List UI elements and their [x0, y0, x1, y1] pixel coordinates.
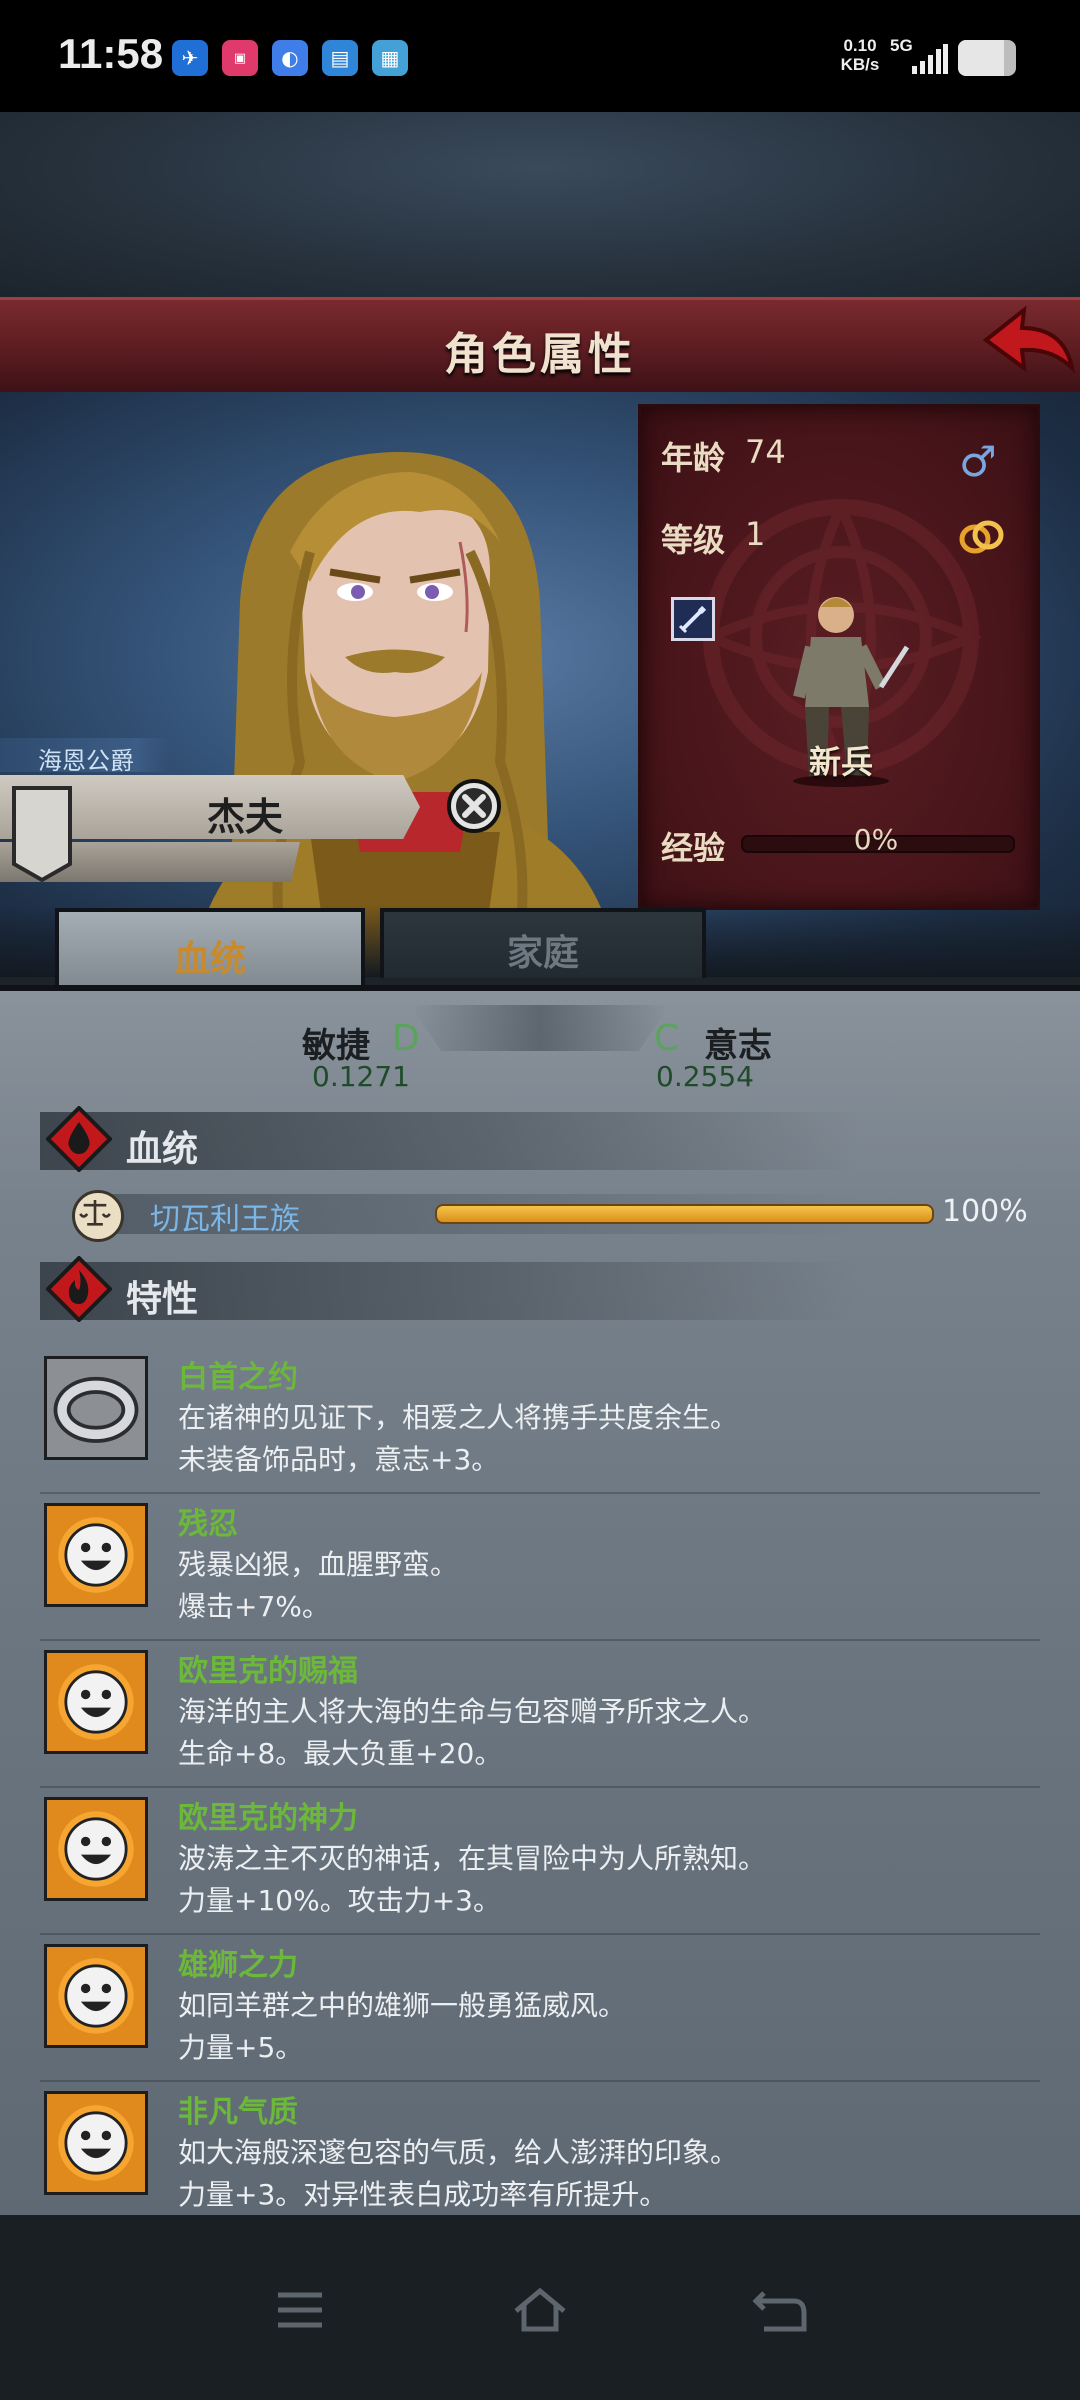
noble-title: 海恩公爵	[38, 747, 134, 775]
exp-label: 经验	[661, 829, 726, 867]
noble-title-tag: 海恩公爵	[0, 738, 170, 775]
character-name: 杰夫	[206, 795, 283, 839]
notification-icons: ✈ ▣ ◐ ▤ ▦	[172, 40, 408, 76]
trait-description: 如大海般深邃包容的气质，给人澎湃的印象。	[178, 2136, 739, 2169]
trait-effect: 爆击+7%。	[178, 1590, 330, 1623]
title-banner: 角色属性	[0, 297, 1080, 396]
marriage-rings-icon[interactable]	[957, 517, 1005, 557]
attr-agility-grade: D	[392, 1018, 420, 1059]
tab-family[interactable]: 家庭	[380, 908, 706, 978]
stats-card: 年龄 74 ♂ 等级 1 新兵 经验 0%	[638, 404, 1040, 910]
bilibili-icon: ▣	[222, 40, 258, 76]
trait-item[interactable]: 非凡气质 如大海般深邃包容的气质，给人澎湃的印象。 力量+3。对异性表白成功率有…	[40, 2087, 1040, 2227]
traits-section-header: 特性	[40, 1256, 860, 1322]
signal-icon	[912, 44, 948, 74]
top-backdrop	[0, 112, 1080, 297]
trait-name: 残忍	[178, 1507, 238, 1542]
attribute-divider	[410, 1005, 670, 1051]
class-name: 新兵	[808, 743, 873, 781]
trait-effect: 力量+10%。攻击力+3。	[178, 1884, 501, 1917]
blood-drop-icon	[46, 1106, 112, 1172]
doc-app-icon: ▤	[322, 40, 358, 76]
male-gender-icon: ♂	[959, 437, 997, 486]
home-button[interactable]	[510, 2285, 570, 2335]
bloodline-name: 切瓦利王族	[150, 1202, 300, 1237]
trait-description: 残暴凶狠，血腥野蛮。	[178, 1548, 459, 1581]
back-button[interactable]	[750, 2285, 810, 2335]
trait-description: 海洋的主人将大海的生命与包容赠予所求之人。	[178, 1695, 767, 1728]
trait-name: 非凡气质	[178, 2095, 298, 2130]
trait-effect: 力量+5。	[178, 2031, 304, 2064]
back-arrow-button[interactable]	[966, 302, 1078, 382]
scales-glyph	[79, 1199, 111, 1226]
bloodline-purity-percent: 100%	[942, 1194, 1028, 1229]
attr-will-value: 0.2554	[656, 1060, 754, 1093]
character-portrait	[190, 452, 620, 977]
level-label: 等级	[661, 521, 726, 559]
age-value: 74	[745, 433, 786, 471]
network-type: 5G	[890, 36, 913, 55]
app-icon-blue: ✈	[172, 40, 208, 76]
trait-effect: 未装备饰品时，意志+3。	[178, 1443, 500, 1476]
cloud-app-icon: ◐	[272, 40, 308, 76]
dismiss-character-button[interactable]	[446, 778, 502, 834]
exp-value: 0%	[853, 823, 899, 856]
house-banner-icon	[12, 786, 72, 883]
smile-sun-icon	[44, 2091, 148, 2195]
trait-description: 在诸神的见证下，相爱之人将携手共度余生。	[178, 1401, 739, 1434]
trait-item[interactable]: 雄狮之力 如同羊群之中的雄狮一般勇猛威风。 力量+5。	[40, 1940, 1040, 2082]
fire-icon	[46, 1256, 112, 1322]
sword-class-icon[interactable]	[671, 597, 715, 641]
menu-button[interactable]	[270, 2285, 330, 2335]
net-speed-unit: KB/s	[840, 55, 880, 74]
traits-section-title: 特性	[126, 1279, 199, 1320]
page-title: 角色属性	[444, 329, 636, 380]
net-speed-value: 0.10	[843, 36, 877, 55]
system-nav-bar	[0, 2215, 1080, 2400]
net-speed: 0.10 KB/s	[830, 36, 890, 74]
trait-item[interactable]: 欧里克的神力 波涛之主不灭的神话，在其冒险中为人所熟知。 力量+10%。攻击力+…	[40, 1793, 1040, 1935]
attr-will-grade: C	[654, 1018, 680, 1059]
battery-level	[958, 40, 1005, 76]
battery-icon	[958, 40, 1016, 76]
trait-description: 波涛之主不灭的神话，在其冒险中为人所熟知。	[178, 1842, 767, 1875]
attr-agility-value: 0.1271	[312, 1060, 410, 1093]
trait-item[interactable]: 残忍 残暴凶狠，血腥野蛮。 爆击+7%。	[40, 1499, 1040, 1641]
trait-description: 如同羊群之中的雄狮一般勇猛威风。	[178, 1989, 627, 2022]
bloodline-purity-bar	[435, 1204, 934, 1224]
trait-name: 雄狮之力	[178, 1948, 298, 1983]
level-value: 1	[745, 515, 766, 553]
trait-item[interactable]: 欧里克的赐福 海洋的主人将大海的生命与包容赠予所求之人。 生命+8。最大负重+2…	[40, 1646, 1040, 1788]
status-bar: 11:58 ✈ ▣ ◐ ▤ ▦ 0.10 KB/s 5G	[0, 0, 1080, 112]
trait-name: 欧里克的神力	[178, 1801, 358, 1836]
tab-bloodline-label: 血统	[173, 939, 246, 980]
trait-item[interactable]: 白首之约 在诸神的见证下，相爱之人将携手共度余生。 未装备饰品时，意志+3。	[40, 1352, 1040, 1494]
age-label: 年龄	[661, 439, 726, 477]
tab-family-label: 家庭	[506, 933, 579, 974]
scales-icon	[72, 1190, 124, 1242]
smile-sun-icon	[44, 1503, 148, 1607]
ring-icon	[44, 1356, 148, 1460]
bloodline-section-title: 血统	[126, 1129, 199, 1170]
tab-bloodline[interactable]: 血统	[55, 908, 365, 994]
trait-name: 白首之约	[178, 1360, 298, 1395]
sword-icon	[678, 605, 707, 634]
smile-sun-icon	[44, 1944, 148, 2048]
smile-sun-icon	[44, 1650, 148, 1754]
trait-effect: 力量+3。对异性表白成功率有所提升。	[178, 2178, 668, 2211]
trait-effect: 生命+8。最大负重+20。	[178, 1737, 503, 1770]
media-app-icon: ▦	[372, 40, 408, 76]
status-time: 11:58	[58, 30, 164, 77]
bloodline-row[interactable]: 切瓦利王族 100%	[40, 1186, 1040, 1242]
smile-sun-icon	[44, 1797, 148, 1901]
bloodline-section-header: 血统	[40, 1106, 860, 1172]
trait-name: 欧里克的赐福	[178, 1654, 358, 1689]
